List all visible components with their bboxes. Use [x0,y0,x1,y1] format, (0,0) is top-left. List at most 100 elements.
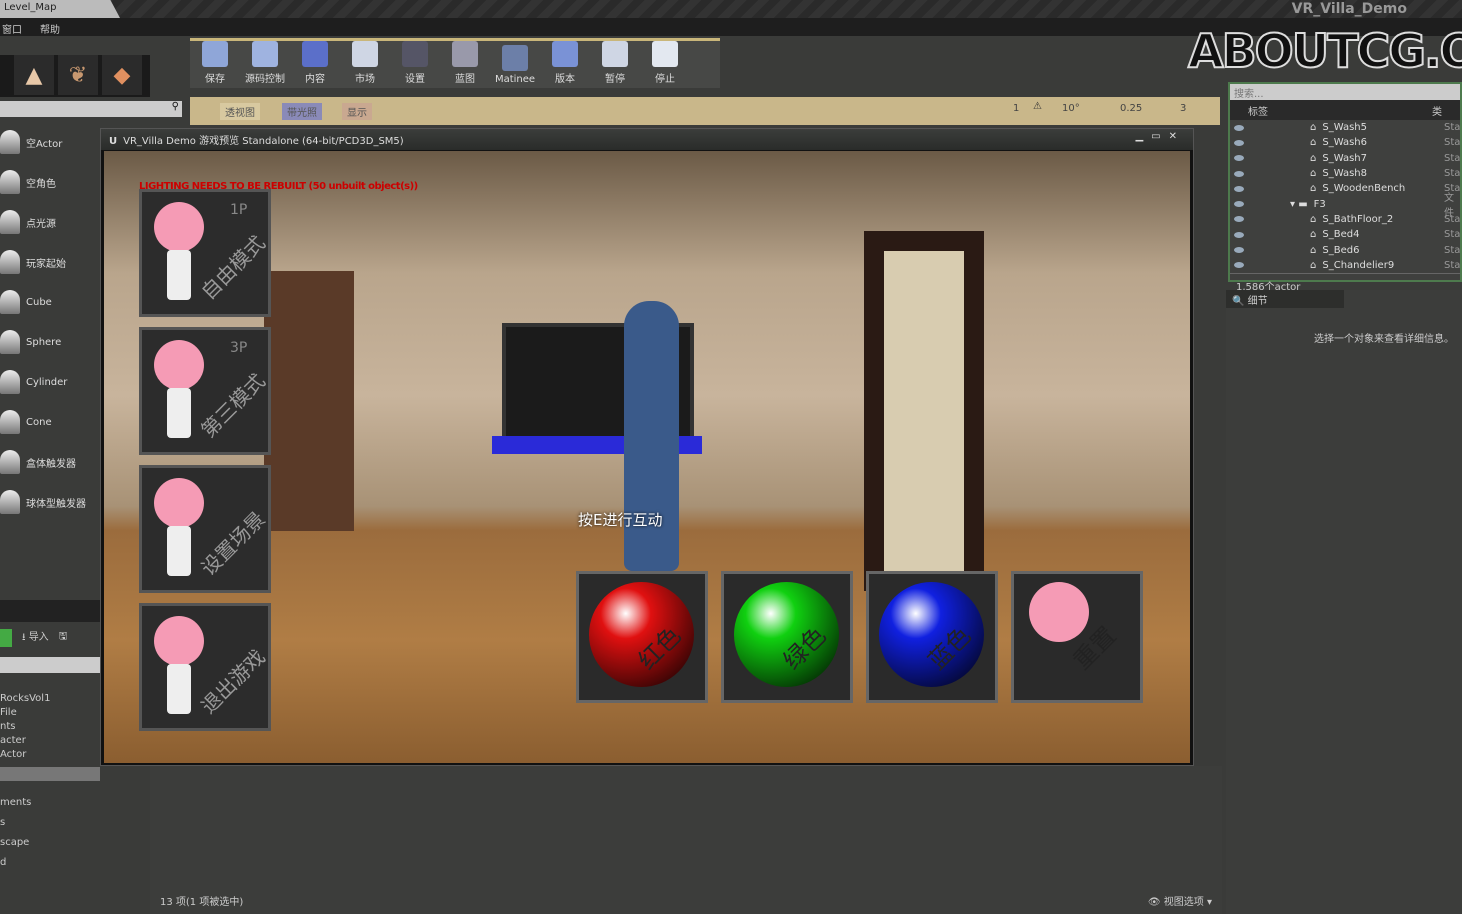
details-empty-message: 选择一个对象来查看详细信息。 [1314,334,1454,345]
outliner-row[interactable]: ⌂ S_Wash6 Sta [1230,135,1460,150]
outliner-row[interactable]: ▾ ▬ F3 文件 [1230,193,1460,219]
color-button-0[interactable]: 红色 [576,571,708,703]
view-options-button[interactable]: 👁 视图选项 ▾ [1148,893,1212,908]
visibility-eye-icon[interactable] [1234,185,1244,192]
import-button[interactable]: ⭳ 导入 [22,628,49,647]
menu-window[interactable]: 窗口 [2,21,22,36]
visibility-eye-icon[interactable] [1234,262,1244,269]
menu-help[interactable]: 帮助 [40,21,60,36]
source-item[interactable]: scape [0,837,100,857]
place-item[interactable]: 球体型触发器 [0,482,100,522]
outliner-row[interactable]: ⌂ S_Wash5 Sta [1230,120,1460,135]
visibility-eye-icon[interactable] [1234,124,1244,131]
content-sources-panel: ⭳ 导入 🖫 RocksVol1 File nts acter Actor ments s s… [0,600,100,914]
mode-card-3[interactable]: 退出游戏 [139,603,271,731]
source-item[interactable]: Actor [0,749,100,763]
place-item[interactable]: 盒体触发器 [0,442,100,482]
perspective-button[interactable]: 透视图 [220,103,260,120]
character-avatar [154,616,204,666]
interact-prompt: 按E进行互动 [578,511,663,529]
color-button-1[interactable]: 绿色 [721,571,853,703]
mode-card-2[interactable]: 设置场景 [139,465,271,593]
static-mesh-icon: ⌂ [1310,229,1317,241]
outliner-row[interactable]: ⌂ S_Wash7 Sta [1230,151,1460,166]
source-item[interactable]: s [0,817,100,837]
place-item[interactable]: 空角色 [0,162,100,202]
add-new-button[interactable] [0,628,12,647]
folder-icon: ▾ ▬ [1290,198,1308,210]
game-scene[interactable]: LIGHTING NEEDS TO BE REBUILT (50 unbuilt… [104,151,1190,763]
place-item[interactable]: Cube [0,282,100,322]
toolbar-icon [202,41,228,67]
visibility-eye-icon[interactable] [1234,231,1244,238]
visibility-eye-icon[interactable] [1234,170,1244,177]
outliner-row[interactable]: ⌂ S_Bed6 Sta [1230,242,1460,257]
rotation-snap[interactable]: 10° [1062,103,1080,114]
toolbar-button-0[interactable]: 保存 [190,41,240,88]
place-item[interactable]: Cylinder [0,362,100,402]
place-item[interactable]: 点光源 [0,202,100,242]
lit-button[interactable]: 带光照 [282,103,322,120]
selection-status: 13 项(1 项被选中) [160,897,244,908]
toolbar-button-9[interactable]: 停止 [640,41,690,88]
source-item[interactable]: ments [0,797,100,817]
toolbar-button-7[interactable]: 版本 [540,41,590,88]
outliner-row[interactable]: ⌂ S_Chandelier9 Sta [1230,258,1460,273]
source-item[interactable]: File [0,707,100,721]
visibility-eye-icon[interactable] [1234,247,1244,254]
toolbar-button-5[interactable]: 蓝图 [440,41,490,88]
place-item[interactable]: 玩家起始 [0,242,100,282]
toolbar-icon [652,41,678,67]
toolbar-button-6[interactable]: Matinee [490,41,540,88]
source-item[interactable]: acter [0,735,100,749]
outliner-row[interactable]: ⌂ S_WoodenBench Sta [1230,181,1460,196]
source-item[interactable]: nts [0,721,100,735]
place-item[interactable]: Sphere [0,322,100,362]
toolbar-icon [252,41,278,67]
details-panel: 🔍 细节 选择一个对象来查看详细信息。 [1226,290,1462,914]
actor-icon [0,330,20,354]
place-search-input[interactable]: ⚲ [0,101,182,117]
mode-card-1[interactable]: 3P 第三模式 [139,327,271,455]
outliner-row[interactable]: ⌂ S_BathFloor_2 Sta [1230,212,1460,227]
actor-icon [0,250,20,274]
color-button-2[interactable]: 蓝色 [866,571,998,703]
toolbar-button-4[interactable]: 设置 [390,41,440,88]
actor-icon [0,130,20,154]
camera-speed[interactable]: 3 [1180,103,1186,114]
visibility-eye-icon[interactable] [1234,155,1244,162]
toolbar-button-8[interactable]: 暂停 [590,41,640,88]
grid-size[interactable]: 1 [1013,103,1019,114]
outliner-search-input[interactable]: 搜索... [1230,84,1460,100]
mode-card-0[interactable]: 1P 自由模式 [139,189,271,317]
show-button[interactable]: 显示 [342,103,372,120]
outliner-row[interactable]: ⌂ S_Wash8 Sta [1230,166,1460,181]
app-title: VR_Villa_Demo [1291,1,1407,17]
scale-snap[interactable]: 0.25 [1120,103,1142,114]
landscape-mode-icon[interactable]: ▲ [14,55,54,95]
toolbar-button-1[interactable]: 源码控制 [240,41,290,88]
actor-icon [0,170,20,194]
color-button-3[interactable]: 重置 [1011,571,1143,703]
visibility-eye-icon[interactable] [1234,216,1244,223]
outliner-header: 标签类 [1230,100,1460,120]
close-icon[interactable]: ✕ [1169,131,1185,142]
source-item[interactable]: RocksVol1 [0,693,100,707]
visibility-eye-icon[interactable] [1234,139,1244,146]
visibility-eye-icon[interactable] [1234,201,1244,208]
foliage-mode-icon[interactable]: ❦ [58,55,98,95]
maximize-icon[interactable]: ▭ [1151,131,1168,142]
static-mesh-icon: ⌂ [1310,213,1317,225]
outliner-row[interactable]: ⌂ S_Bed4 Sta [1230,227,1460,242]
toolbar-icon [352,41,378,67]
save-all-icon[interactable]: 🖫 [59,629,68,646]
minimize-icon[interactable]: ▁ [1135,131,1151,142]
place-item[interactable]: 空Actor [0,122,100,162]
source-item[interactable]: d [0,857,100,877]
toolbar-button-2[interactable]: 内容 [290,41,340,88]
place-item[interactable]: Cone [0,402,100,442]
level-tab[interactable]: Level_Map [0,0,120,18]
details-tab[interactable]: 🔍 细节 [1226,290,1344,308]
toolbar-button-3[interactable]: 市场 [340,41,390,88]
geometry-mode-icon[interactable]: ◆ [102,55,142,95]
